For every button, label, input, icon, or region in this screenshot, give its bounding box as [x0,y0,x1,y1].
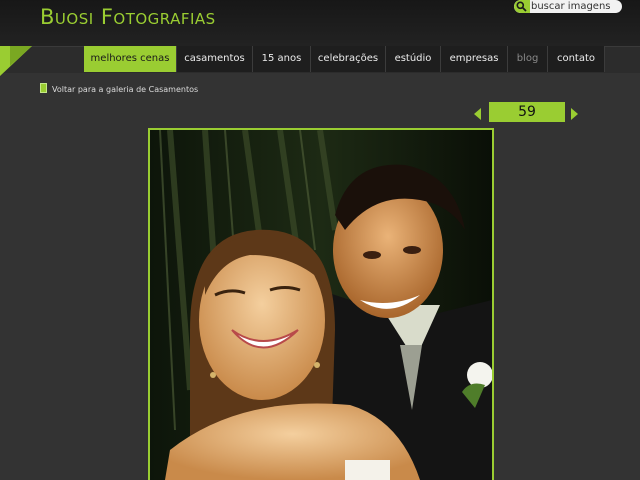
next-photo-button[interactable] [571,108,578,120]
search-input[interactable] [531,0,619,13]
site-logo[interactable]: Buosi Fotografias [40,5,216,29]
search-icon [516,1,527,12]
search-button[interactable] [514,0,530,13]
photo-counter: 59 [489,102,565,122]
back-icon [40,83,47,93]
search-box [514,0,622,13]
prev-photo-button[interactable] [474,108,481,120]
corner-decoration [0,46,32,76]
back-link-label: Voltar para a galeria de Casamentos [52,85,199,94]
nav-item-15-anos[interactable]: 15 anos [253,46,311,72]
nav-item-contato[interactable]: contato [548,46,605,72]
back-to-gallery-link[interactable]: Voltar para a galeria de Casamentos [40,83,198,95]
nav-item-melhores-cenas[interactable]: melhores cenas [84,46,177,72]
wedding-photo[interactable] [150,130,492,480]
nav-item-celebracoes[interactable]: celebrações [311,46,386,72]
nav-item-casamentos[interactable]: casamentos [177,46,253,72]
nav-item-blog[interactable]: blog [508,46,548,72]
photo-frame [148,128,494,480]
nav-item-empresas[interactable]: empresas [441,46,508,72]
nav-item-estudio[interactable]: estúdio [386,46,441,72]
